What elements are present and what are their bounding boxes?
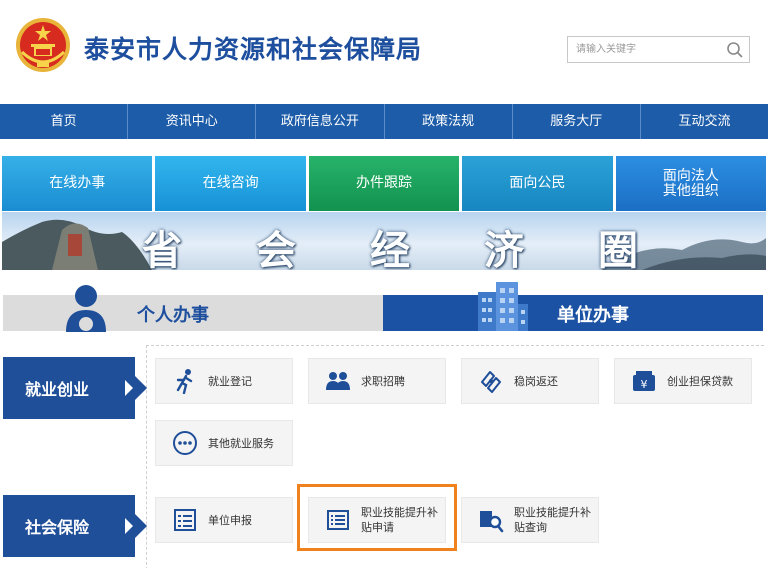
more-options-icon xyxy=(173,431,197,455)
banner-char: 圈 xyxy=(598,227,642,270)
service-startup-loan[interactable]: ¥ 创业担保贷款 xyxy=(614,358,752,404)
service-label-line2: 贴申请 xyxy=(361,521,394,534)
search-box xyxy=(567,36,750,63)
svg-text:¥: ¥ xyxy=(641,378,648,391)
category-social-insurance[interactable]: 社会保险 xyxy=(3,495,147,557)
banner-char: 会 xyxy=(256,227,300,270)
banner-text: 省 会 经 济 圈 xyxy=(142,218,642,270)
service-label-line2: 贴查询 xyxy=(514,521,547,534)
nav-item-news-center[interactable]: 资讯中心 xyxy=(128,104,257,139)
economic-circle-banner[interactable]: 省 会 经 济 圈 xyxy=(2,212,766,270)
national-emblem-icon xyxy=(16,18,70,72)
person-icon xyxy=(66,285,106,332)
category-label: 社会保险 xyxy=(25,518,90,537)
tile-label: 办件跟踪 xyxy=(356,175,413,191)
service-skill-subsidy-apply[interactable]: 职业技能提升补 贴申请 xyxy=(308,497,446,543)
service-unit-declaration[interactable]: 单位申报 xyxy=(155,497,293,543)
category-label: 就业创业 xyxy=(25,380,90,399)
application-form-icon xyxy=(327,510,349,530)
tile-tracking[interactable]: 办件跟踪 xyxy=(308,156,460,211)
service-job-recruitment[interactable]: 求职招聘 xyxy=(308,358,446,404)
category-arrow-inner xyxy=(125,518,133,534)
service-label: 稳岗返还 xyxy=(514,374,558,388)
nav-item-policies[interactable]: 政策法规 xyxy=(385,104,513,139)
building-icon xyxy=(478,282,528,331)
service-stable-job-refund[interactable]: 稳岗返还 xyxy=(461,358,599,404)
tile-for-public[interactable]: 面向公民 xyxy=(462,156,613,211)
service-label-line1: 职业技能提升补 xyxy=(514,506,591,519)
search-document-icon xyxy=(480,511,504,533)
nav-item-service-hall[interactable]: 服务大厅 xyxy=(513,104,641,139)
handshake-icon xyxy=(481,371,501,393)
nav-item-gov-info[interactable]: 政府信息公开 xyxy=(256,104,385,139)
category-arrow-inner xyxy=(125,380,133,396)
service-label: 其他就业服务 xyxy=(208,436,274,450)
form-list-icon xyxy=(174,509,196,531)
tile-label: 在线办事 xyxy=(49,175,106,191)
tab-personal-services[interactable]: 个人办事 xyxy=(3,295,383,331)
tile-label: 面向公民 xyxy=(509,175,566,191)
wallet-yuan-icon: ¥ xyxy=(633,371,655,391)
service-label: 职业技能提升补 贴查询 xyxy=(514,505,591,535)
tile-online-consult[interactable]: 在线咨询 xyxy=(155,156,306,211)
category-arrow xyxy=(135,514,147,538)
site-header: 泰安市人力资源和社会保障局 xyxy=(0,0,768,100)
tile-for-legal-persons[interactable]: 面向法人 其他组织 xyxy=(615,156,767,211)
service-other-employment[interactable]: 其他就业服务 xyxy=(155,420,293,466)
tab-unit-label: 单位办事 xyxy=(557,305,629,326)
service-label-line1: 职业技能提升补 xyxy=(361,506,438,519)
service-label: 创业担保贷款 xyxy=(667,374,733,388)
people-group-icon xyxy=(326,372,350,390)
tab-personal-label: 个人办事 xyxy=(137,305,209,326)
banner-char: 经 xyxy=(370,227,414,270)
tile-label: 面向法人 其他组织 xyxy=(662,167,719,199)
category-arrow xyxy=(135,376,147,400)
service-skill-subsidy-query[interactable]: 职业技能提升补 贴查询 xyxy=(461,497,599,543)
banner-char: 省 xyxy=(142,227,186,270)
tile-label-line2: 其他组织 xyxy=(662,182,719,199)
walking-person-icon xyxy=(176,369,193,394)
service-label: 职业技能提升补 贴申请 xyxy=(361,505,438,535)
tile-label-line1: 面向法人 xyxy=(662,167,719,184)
service-label: 单位申报 xyxy=(208,513,252,527)
nav-item-home[interactable]: 首页 xyxy=(0,104,129,139)
site-title: 泰安市人力资源和社会保障局 xyxy=(84,35,423,64)
tab-unit-services[interactable]: 单位办事 xyxy=(383,295,763,331)
service-label: 就业登记 xyxy=(208,374,252,388)
search-input[interactable] xyxy=(568,37,718,62)
main-nav: 首页 资讯中心 政府信息公开 政策法规 服务大厅 互动交流 xyxy=(0,104,768,139)
nav-item-interaction[interactable]: 互动交流 xyxy=(641,104,768,139)
tile-online-service[interactable]: 在线办事 xyxy=(2,156,153,211)
service-label: 求职招聘 xyxy=(361,374,405,388)
tile-label: 在线咨询 xyxy=(202,175,259,191)
category-employment[interactable]: 就业创业 xyxy=(3,357,147,419)
service-employment-registration[interactable]: 就业登记 xyxy=(155,358,293,404)
banner-char: 济 xyxy=(484,227,528,270)
service-tiles: 在线办事 在线咨询 办件跟踪 面向公民 面向法人 其他组织 xyxy=(2,156,767,211)
search-icon[interactable] xyxy=(726,41,744,59)
